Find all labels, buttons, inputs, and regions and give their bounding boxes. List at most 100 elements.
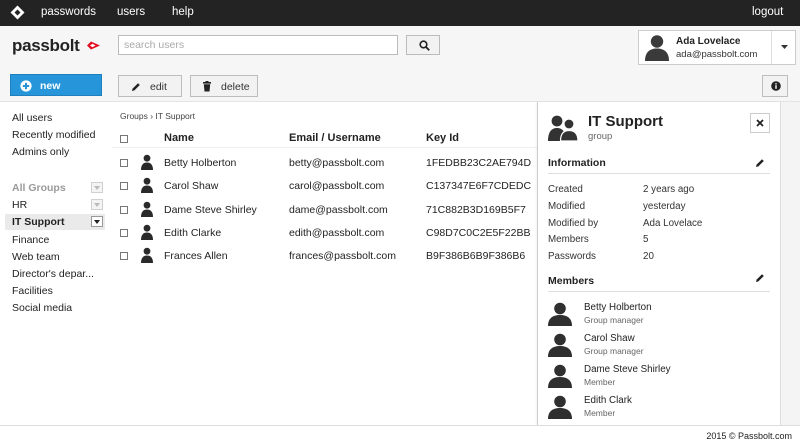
panel-title: IT Support: [588, 113, 663, 130]
member-name[interactable]: Edith Clark: [584, 395, 632, 406]
pencil-icon[interactable]: [755, 273, 765, 283]
group-icon: [548, 113, 578, 141]
sidebar: All users Recently modified Admins only …: [0, 102, 112, 425]
row-name[interactable]: Carol Shaw: [164, 180, 218, 192]
nav-passwords[interactable]: passwords: [41, 6, 96, 18]
filter-all-users[interactable]: All users: [12, 112, 52, 124]
profile-email: ada@passbolt.com: [676, 49, 758, 60]
row-email[interactable]: edith@passbolt.com: [289, 227, 384, 239]
user-icon: [548, 332, 572, 357]
pencil-icon[interactable]: [755, 158, 765, 168]
row-email[interactable]: betty@passbolt.com: [289, 157, 384, 169]
row-key-id[interactable]: C98D7C0C2E5F22BB: [426, 227, 530, 239]
passbolt-logo-icon[interactable]: [10, 5, 25, 20]
info-label-members: Members: [548, 234, 589, 245]
row-name[interactable]: Dame Steve Shirley: [164, 204, 257, 216]
user-profile-dropdown[interactable]: Ada Lovelace ada@passbolt.com: [638, 30, 796, 65]
info-label-passwords: Passwords: [548, 251, 596, 262]
row-key-id[interactable]: 1FEDBB23C2AE794D: [426, 157, 531, 169]
delete-button[interactable]: delete: [190, 75, 258, 97]
edit-button-label: edit: [150, 81, 167, 93]
groups-menu-toggle[interactable]: [91, 182, 103, 193]
row-name[interactable]: Edith Clarke: [164, 227, 221, 239]
group-finance[interactable]: Finance: [12, 234, 49, 246]
panel-scrollbar[interactable]: [780, 102, 800, 425]
profile-name: Ada Lovelace: [676, 36, 741, 47]
row-email[interactable]: frances@passbolt.com: [289, 250, 396, 262]
copyright-text: 2015 © Passbolt.com: [706, 431, 792, 441]
edit-button[interactable]: edit: [118, 75, 182, 97]
group-web-team[interactable]: Web team: [12, 251, 60, 263]
member-name[interactable]: Dame Steve Shirley: [584, 364, 671, 375]
group-hr[interactable]: HR: [12, 199, 27, 211]
caret-down-icon: [94, 203, 100, 207]
user-icon: [141, 154, 153, 170]
member-role: Member: [584, 377, 616, 387]
groups-heading[interactable]: All Groups: [12, 182, 66, 194]
column-header-email[interactable]: Email / Username: [289, 132, 381, 144]
nav-help[interactable]: help: [172, 6, 194, 18]
caret-down-icon: [94, 186, 100, 190]
column-header-name[interactable]: Name: [164, 132, 194, 144]
row-checkbox[interactable]: [120, 159, 128, 167]
caret-down-icon: [781, 45, 788, 49]
row-name[interactable]: Frances Allen: [164, 250, 228, 262]
row-checkbox[interactable]: [120, 229, 128, 237]
user-icon: [548, 394, 572, 419]
row-name[interactable]: Betty Holberton: [164, 157, 236, 169]
group-social-media[interactable]: Social media: [12, 302, 72, 314]
brand-arrow-icon: [87, 41, 100, 50]
group-directors-department[interactable]: Director's depar...: [12, 268, 94, 280]
select-all-checkbox[interactable]: [120, 135, 128, 143]
member-role: Group manager: [584, 346, 644, 356]
member-name[interactable]: Betty Holberton: [584, 302, 652, 313]
info-toggle-button[interactable]: [762, 75, 788, 97]
info-value-created: 2 years ago: [643, 184, 695, 195]
filter-admins-only[interactable]: Admins only: [12, 146, 69, 158]
group-hr-menu-toggle[interactable]: [91, 199, 103, 210]
group-facilities[interactable]: Facilities: [12, 285, 53, 297]
delete-button-label: delete: [221, 81, 250, 93]
breadcrumb[interactable]: Groups › IT Support: [120, 111, 195, 121]
group-it-support-menu-toggle[interactable]: [91, 216, 103, 227]
row-checkbox[interactable]: [120, 252, 128, 260]
group-details-panel: IT Support group Information Created 2 y…: [537, 102, 780, 425]
user-icon: [141, 201, 153, 217]
new-button[interactable]: new: [10, 74, 102, 96]
info-value-modified: yesterday: [643, 201, 686, 212]
row-email[interactable]: dame@passbolt.com: [289, 204, 388, 216]
profile-menu-toggle[interactable]: [771, 31, 796, 64]
row-checkbox[interactable]: [120, 206, 128, 214]
app-header: passbolt Ada Lovelace ada@passbolt.com: [0, 26, 800, 69]
info-icon: [771, 81, 781, 91]
search-input[interactable]: [118, 35, 398, 55]
section-divider: [548, 291, 770, 292]
column-header-key-id[interactable]: Key Id: [426, 132, 459, 144]
info-label-modified: Modified: [548, 201, 586, 212]
member-name[interactable]: Carol Shaw: [584, 333, 635, 344]
row-key-id[interactable]: B9F386B6B9F386B6: [426, 250, 525, 262]
member-role: Member: [584, 408, 616, 418]
row-email[interactable]: carol@passbolt.com: [289, 180, 384, 192]
trash-icon: [203, 81, 211, 92]
logout-link[interactable]: logout: [752, 6, 783, 18]
members-section-title[interactable]: Members: [548, 275, 594, 287]
search-icon: [419, 40, 430, 51]
search-button[interactable]: [406, 35, 440, 55]
section-divider: [548, 173, 770, 174]
panel-subtitle: group: [588, 131, 613, 142]
plus-circle-icon: [20, 80, 32, 92]
action-bar: new edit delete: [0, 69, 800, 102]
caret-down-icon: [94, 220, 100, 224]
row-checkbox[interactable]: [120, 182, 128, 190]
information-section-title[interactable]: Information: [548, 157, 606, 169]
row-key-id[interactable]: C137347E6F7CDEDC: [426, 180, 531, 192]
brand-logo[interactable]: passbolt: [12, 36, 80, 56]
top-bar: passwords users help logout: [0, 0, 800, 26]
filter-recently-modified[interactable]: Recently modified: [12, 129, 95, 141]
close-panel-button[interactable]: [750, 113, 770, 133]
footer: 2015 © Passbolt.com: [0, 425, 800, 448]
nav-users[interactable]: users: [117, 6, 145, 18]
group-it-support[interactable]: IT Support: [12, 216, 65, 228]
row-key-id[interactable]: 71C882B3D169B5F7: [426, 204, 526, 216]
